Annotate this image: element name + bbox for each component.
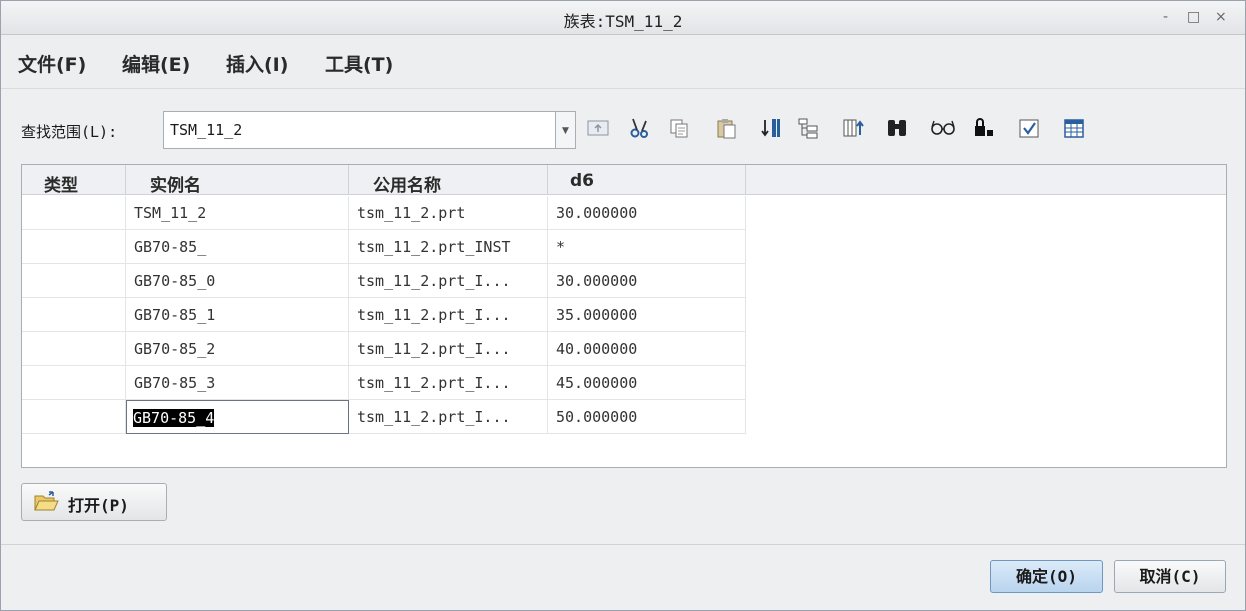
table-cell-instance-name[interactable]: TSM_11_2 [126,196,349,230]
open-button-label: 打开(P) [68,496,129,515]
column-header-type[interactable]: 类型 [22,165,126,196]
table-cell-d6[interactable]: 45.000000 [548,366,746,400]
cancel-button[interactable]: 取消(C) [1114,560,1226,593]
table-cell-type[interactable] [22,366,126,400]
table-cell-common-name[interactable]: tsm_11_2.prt [349,196,548,230]
table-cell-common-name[interactable]: tsm_11_2.prt_I... [349,332,548,366]
table-cell-type[interactable] [22,196,126,230]
copy-icon[interactable] [667,117,691,143]
footer-divider [1,544,1245,545]
find-icon[interactable] [885,117,909,143]
table-cell-d6[interactable]: 30.000000 [548,264,746,298]
table-cell-common-name[interactable]: tsm_11_2.prt_I... [349,400,548,434]
table-cell-type[interactable] [22,332,126,366]
verify-icon[interactable] [1017,117,1041,143]
table-cell-d6[interactable]: 50.000000 [548,400,746,434]
look-in-dropdown-button[interactable]: ▼ [556,111,576,149]
folder-up-icon[interactable] [586,117,610,143]
look-in-combobox[interactable]: TSM_11_2 [163,111,556,149]
column-header-empty [746,165,1226,195]
table-cell-common-name[interactable]: tsm_11_2.prt_INST [349,230,548,264]
title-bar[interactable]: 族表:TSM_11_2 - □ × [1,1,1245,35]
menu-file[interactable]: 文件(F) [18,50,86,77]
table-cell-instance-name[interactable]: GB70-85_3 [126,366,349,400]
family-table-dialog: 族表:TSM_11_2 - □ × 文件(F) 编辑(E) 插入(I) 工具(T… [0,0,1246,611]
menu-insert[interactable]: 插入(I) [226,50,288,77]
menu-edit[interactable]: 编辑(E) [122,50,190,77]
table-cell-type[interactable] [22,230,126,264]
table-cell-instance-name[interactable]: GB70-85_1 [126,298,349,332]
folder-open-icon [34,491,59,511]
close-button[interactable]: × [1215,9,1227,25]
table-cell-d6[interactable]: 35.000000 [548,298,746,332]
selected-text: GB70-85_4 [133,409,215,427]
window-title: 族表:TSM_11_2 [563,12,683,31]
table-cell-common-name[interactable]: tsm_11_2.prt_I... [349,298,548,332]
lock-icon[interactable] [972,117,996,143]
column-header-instance-name[interactable]: 实例名 [126,165,349,196]
table-cell-instance-name-editing[interactable]: GB70-85_4 [126,400,349,434]
add-column-icon[interactable] [841,117,865,143]
family-table-grid: 类型 实例名 公用名称 d6 TSM_11_2 tsm_11_2.prt 30.… [21,164,1227,468]
table-cell-d6[interactable]: 30.000000 [548,196,746,230]
table-cell-instance-name[interactable]: GB70-85_0 [126,264,349,298]
table-cell-common-name[interactable]: tsm_11_2.prt_I... [349,264,548,298]
table-cell-type[interactable] [22,298,126,332]
table-cell-type[interactable] [22,400,126,434]
menu-bar: 文件(F) 编辑(E) 插入(I) 工具(T) [1,35,1245,89]
table-cell-type[interactable] [22,264,126,298]
table-cell-instance-name[interactable]: GB70-85_2 [126,332,349,366]
menu-tools[interactable]: 工具(T) [325,50,393,77]
cut-icon[interactable] [628,117,652,143]
table-cell-instance-name[interactable]: GB70-85_ [126,230,349,264]
insert-instance-icon[interactable] [759,117,783,143]
tree-icon[interactable] [796,117,820,143]
maximize-button[interactable]: □ [1187,9,1200,25]
table-cell-common-name[interactable]: tsm_11_2.prt_I... [349,366,548,400]
paste-icon[interactable] [715,117,739,143]
column-header-d6[interactable]: d6 [548,165,746,195]
open-button[interactable]: 打开(P) [21,483,167,521]
table-cell-d6[interactable]: 40.000000 [548,332,746,366]
table-icon[interactable] [1062,117,1086,143]
ok-button[interactable]: 确定(O) [990,560,1103,593]
preview-icon[interactable] [930,117,955,143]
look-in-label: 查找范围(L): [21,123,118,141]
table-cell-d6[interactable]: * [548,230,746,264]
minimize-button[interactable]: - [1163,9,1168,25]
column-header-common-name[interactable]: 公用名称 [349,165,548,196]
